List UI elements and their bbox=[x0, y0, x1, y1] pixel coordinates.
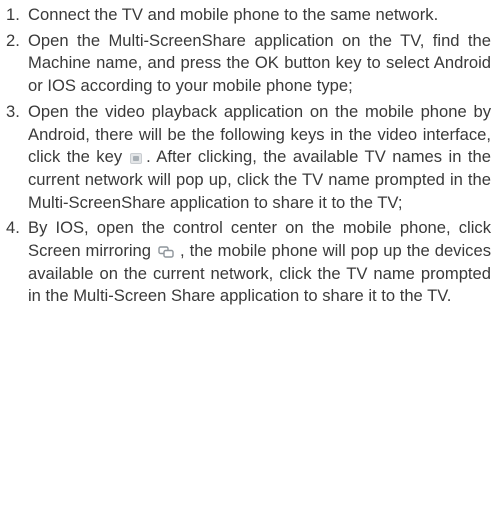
screen-mirroring-icon bbox=[158, 242, 174, 258]
instructions-page: 1. Connect the TV and mobile phone to th… bbox=[0, 0, 497, 516]
step-text: By IOS, open the control center on the m… bbox=[28, 217, 491, 308]
cast-screen-icon bbox=[130, 153, 143, 165]
step-text: Open the Multi-ScreenShare application o… bbox=[28, 30, 491, 96]
step-number: 1. bbox=[6, 5, 20, 24]
step-text: Open the video playback application on t… bbox=[28, 101, 491, 215]
step-number: 4. bbox=[6, 218, 20, 238]
instruction-step-2: 2. Open the Multi-ScreenShare applicatio… bbox=[6, 30, 491, 98]
step-number: 2. bbox=[6, 30, 20, 50]
instruction-step-1: 1. Connect the TV and mobile phone to th… bbox=[6, 4, 491, 27]
instruction-steps-list: 1. Connect the TV and mobile phone to th… bbox=[6, 4, 491, 308]
instruction-step-4: 4. By IOS, open the control center on th… bbox=[6, 217, 491, 308]
instruction-step-3: 3. Open the video playback application o… bbox=[6, 101, 491, 215]
step-text: Connect the TV and mobile phone to the s… bbox=[28, 5, 439, 24]
step-number: 3. bbox=[6, 101, 20, 121]
